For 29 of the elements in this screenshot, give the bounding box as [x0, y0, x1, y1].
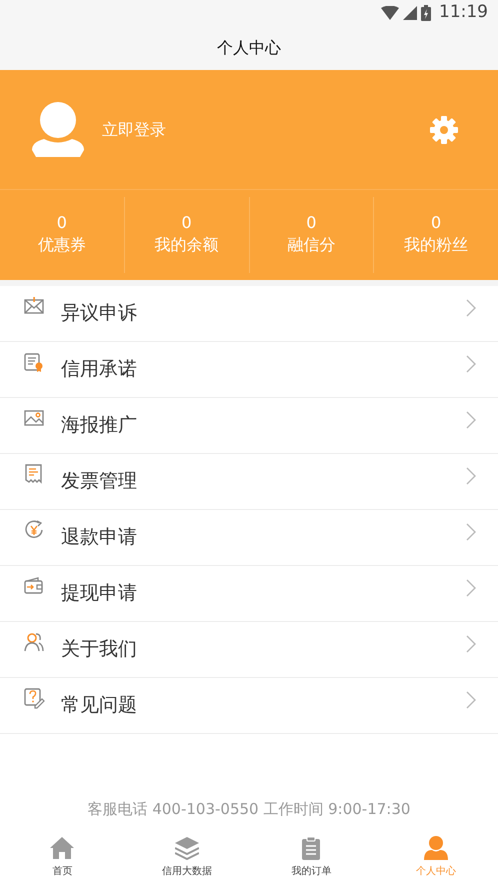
- yuan-icon: [24, 520, 45, 541]
- chevron-icon: [466, 298, 476, 316]
- chevron-icon: [466, 578, 476, 596]
- clock-time: 11:19: [439, 1, 488, 24]
- stat-value: 0: [56, 212, 67, 234]
- tab-item[interactable]: 我的订单: [249, 830, 374, 884]
- question-icon: [24, 688, 45, 709]
- service-info: 客服电话 400-103-0550 工作时间 9:00-17:30: [88, 798, 410, 820]
- chevron-icon: [466, 522, 476, 540]
- chevron-icon: [466, 690, 476, 708]
- document-icon: [24, 352, 45, 373]
- page-title: 个人中心: [217, 37, 281, 59]
- avatar-icon[interactable]: [30, 102, 86, 158]
- chevron-icon: [466, 354, 476, 372]
- tab-item[interactable]: 信用大数据: [124, 830, 249, 884]
- tab-item[interactable]: 首页: [0, 830, 124, 884]
- people-icon: [24, 632, 45, 653]
- battery-icon: [421, 5, 431, 21]
- signal-icon: [403, 6, 417, 20]
- wifi-icon: [381, 6, 399, 20]
- home-icon: [50, 836, 74, 860]
- chevron-icon: [466, 466, 476, 484]
- chevron-icon: [466, 410, 476, 428]
- stat-value: 0: [306, 212, 316, 234]
- chevron-icon: [466, 634, 476, 652]
- stat-value: 0: [431, 212, 442, 234]
- person-icon: [424, 836, 448, 860]
- layers-icon: [174, 836, 199, 860]
- stat-value: 0: [182, 212, 192, 234]
